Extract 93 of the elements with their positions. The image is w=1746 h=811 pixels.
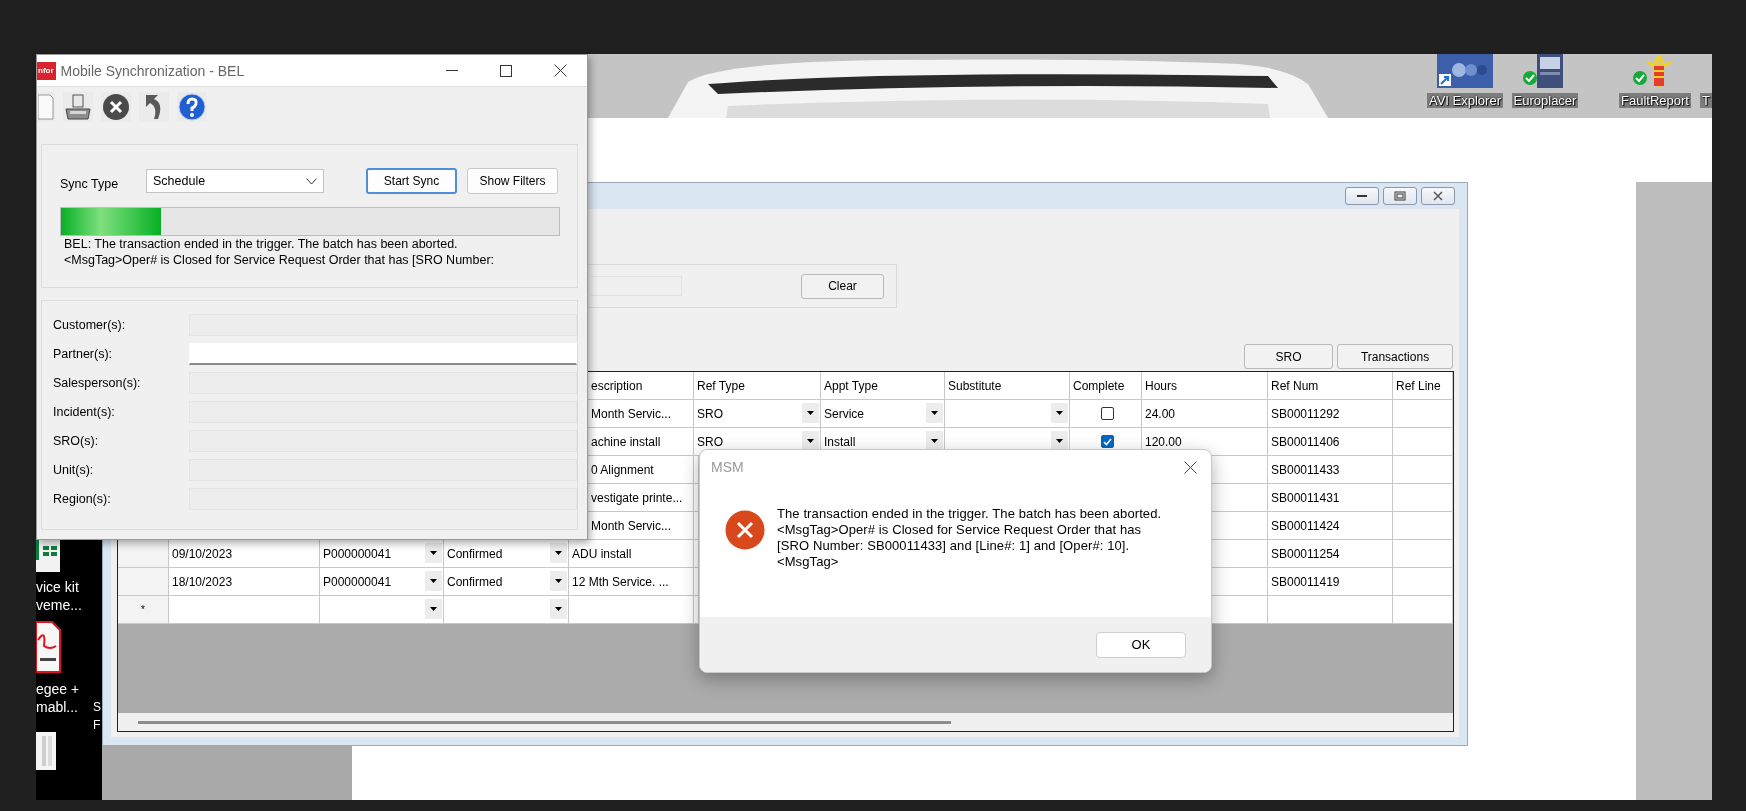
desktop-icon-label[interactable]: T [1700, 93, 1712, 108]
status-message: BEL: The transaction ended in the trigger. The batch has been aborted. [64, 236, 459, 252]
cancel-icon[interactable] [102, 93, 130, 121]
filter-label: Region(s): [53, 492, 112, 506]
checkbox[interactable] [1100, 435, 1114, 448]
table-cell [1393, 540, 1453, 568]
sync-type-dropdown[interactable]: Schedule [146, 169, 324, 193]
sync-type-label: Sync Type [60, 177, 120, 191]
column-header[interactable]: escription [588, 372, 694, 400]
restore-icon[interactable] [1394, 191, 1406, 201]
column-header[interactable]: Ref Line [1393, 372, 1453, 400]
filter-label: Salesperson(s): [53, 376, 142, 390]
column-header[interactable]: Ref Type [694, 372, 821, 400]
table-cell [1393, 456, 1453, 484]
table-cell: 12 Mth Service. ... [569, 568, 694, 596]
desktop-icon-label[interactable]: mabl... [36, 698, 78, 716]
table-cell: 09/10/2023 [169, 540, 320, 568]
table-cell [1393, 484, 1453, 512]
desktop-icon-label[interactable]: S [93, 698, 101, 716]
table-cell: SB00011431 [1268, 484, 1393, 512]
table-cell: SB00011254 [1268, 540, 1393, 568]
ok-button[interactable]: OK [1096, 631, 1186, 658]
table-cell: SB00011292 [1268, 400, 1393, 428]
table-cell [1393, 428, 1453, 456]
row-header: * [118, 596, 169, 624]
toolbar-button[interactable]: Transactions [1337, 344, 1453, 369]
table-cell: SB00011419 [1268, 568, 1393, 596]
table-cell [1393, 400, 1453, 428]
close-button[interactable] [1421, 187, 1455, 205]
table-cell: SB00011406 [1268, 428, 1393, 456]
table-cell: achine install [588, 428, 694, 456]
filter-label: Customer(s): [53, 318, 127, 332]
app-logo: nfor [37, 61, 56, 80]
chevron-down-icon[interactable] [306, 177, 317, 185]
printer-icon[interactable] [64, 93, 92, 121]
clear-button[interactable]: Clear [801, 273, 884, 299]
column-header[interactable]: Hours [1142, 372, 1268, 400]
desktop-icon-label[interactable]: egee + [36, 680, 80, 698]
close-icon[interactable] [1432, 191, 1444, 201]
column-header[interactable]: Complete [1070, 372, 1142, 400]
help-icon[interactable] [178, 93, 206, 121]
dropdown-cell[interactable] [945, 400, 1070, 428]
toolbar-button[interactable]: SRO [1244, 344, 1333, 369]
table-cell [1393, 596, 1453, 624]
scrollbar[interactable] [118, 713, 1453, 731]
dropdown-cell[interactable]: P000000041 [320, 568, 444, 596]
desktop-icon-label[interactable]: FaultReport [1619, 93, 1691, 108]
column-header[interactable]: Ref Num [1268, 372, 1393, 400]
dropdown-cell[interactable]: Service [821, 400, 945, 428]
shortcut-icon[interactable] [1437, 54, 1493, 88]
desktop-icon-label[interactable]: vice kit [36, 578, 79, 596]
row-header [118, 568, 169, 596]
table-cell: SB00011433 [1268, 456, 1393, 484]
column-header[interactable]: Appt Type [821, 372, 945, 400]
dropdown-cell[interactable]: Confirmed [444, 568, 569, 596]
desktop-icon-label[interactable]: Europlacer [1511, 93, 1579, 108]
table-cell: Month Servic... [588, 512, 694, 540]
table-cell: 0 Alignment [588, 456, 694, 484]
minimize-icon[interactable] [1357, 194, 1367, 198]
table-cell [1393, 568, 1453, 596]
dropdown-cell[interactable] [320, 596, 444, 624]
filter-label: Incident(s): [53, 405, 116, 419]
desktop-icon-label[interactable]: veme... [36, 596, 82, 614]
table-cell: 18/10/2023 [169, 568, 320, 596]
sync-button[interactable]: Show Filters [467, 168, 558, 194]
desktop-icon-label[interactable]: AVI Explorer [1427, 93, 1503, 108]
dialog-title: MSM [711, 459, 744, 475]
error-message: The transaction ended in the trigger. The batch has been aborted. [777, 506, 1163, 522]
window-title: Mobile Synchronization - BEL [60, 62, 246, 79]
dropdown-cell[interactable]: Confirmed [444, 540, 569, 568]
minimize-button[interactable] [1345, 187, 1379, 205]
checkbox[interactable] [1100, 407, 1114, 420]
desktop-icon-label[interactable]: F [93, 716, 101, 734]
input-field[interactable] [591, 276, 682, 296]
table-cell: SB00011424 [1268, 512, 1393, 540]
error-icon [725, 510, 765, 550]
dropdown-cell[interactable] [444, 596, 569, 624]
dropdown-cell[interactable]: SRO [694, 400, 821, 428]
error-message: <MsgTag>Oper# is Closed for Service Request Order that has [SRO Number: SB00011433] and [Line#: 1] and [Oper#: 10].<MsgTag> [777, 522, 1143, 570]
filter-label: Unit(s): [53, 463, 95, 477]
table-cell [1393, 512, 1453, 540]
table-cell: 24.00 [1142, 400, 1268, 428]
sync-button[interactable]: Start Sync [366, 168, 457, 194]
dropdown-cell[interactable]: P000000041 [320, 540, 444, 568]
filter-label: Partner(s): [53, 347, 114, 361]
table-cell: vestigate printe... [588, 484, 694, 512]
table-cell: Month Servic... [588, 400, 694, 428]
status-message: <MsgTag>Oper# is Closed for Service Request Order that has [SRO Number: [64, 252, 496, 268]
table-cell: ADU install [569, 540, 694, 568]
column-header[interactable]: Substitute [945, 372, 1070, 400]
pdf-icon[interactable] [36, 620, 62, 674]
filter-label: SRO(s): [53, 434, 100, 448]
spreadsheet-icon[interactable] [36, 540, 60, 572]
